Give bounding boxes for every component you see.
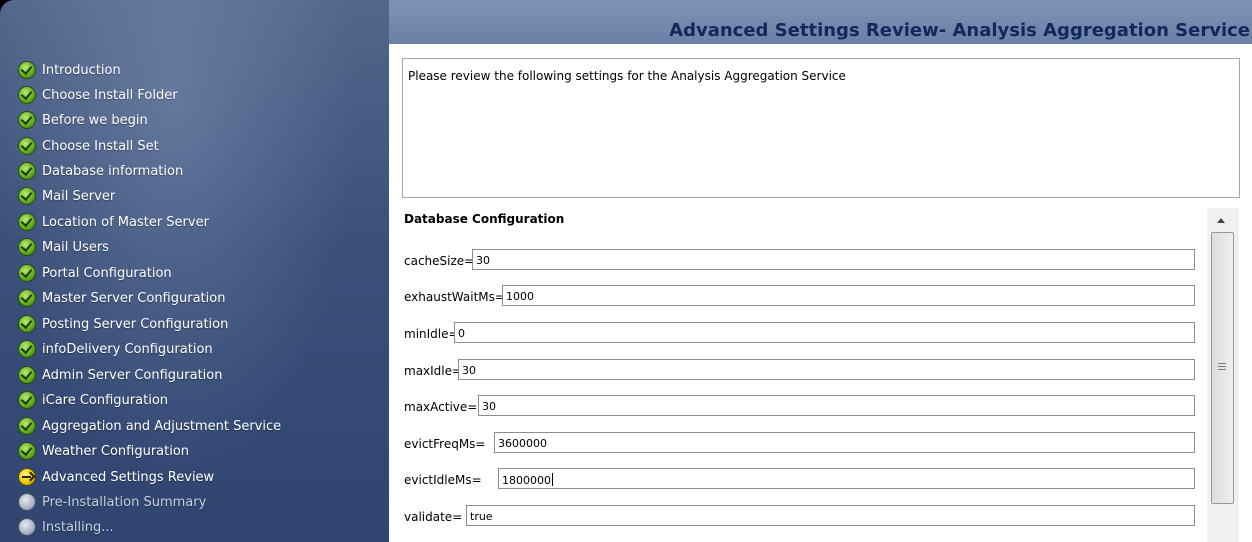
arrow-right-circle-icon (19, 469, 35, 485)
evictfreqms-input[interactable]: 3600000 (494, 432, 1195, 453)
field-label: maxIdle= (404, 363, 463, 378)
field-label: evictIdleMs= (404, 472, 482, 487)
validate-input[interactable]: true (466, 505, 1195, 526)
check-circle-icon (19, 138, 35, 154)
cachesize-input[interactable]: 30 (472, 249, 1195, 270)
step-label: Master Server Configuration (42, 290, 226, 306)
check-circle-icon (19, 443, 35, 459)
header-bar: Advanced Settings Review- Analysis Aggre… (389, 0, 1252, 44)
check-circle-icon (19, 341, 35, 357)
field-maxactive: maxActive= 30 (404, 395, 1195, 418)
intro-text: Please review the following settings for… (408, 69, 846, 83)
minidle-input[interactable]: 0 (454, 322, 1195, 343)
step-choose-install-set: Choose Install Set (19, 133, 159, 159)
step-posting-server-configuration: Posting Server Configuration (19, 311, 228, 337)
step-database-information: Database information (19, 158, 183, 184)
evictidlems-input[interactable]: 1800000 (498, 468, 1195, 489)
step-label: Pre-Installation Summary (42, 494, 207, 510)
field-maxidle: maxIdle= 30 (404, 359, 1195, 382)
field-cachesize: cacheSize= 30 (404, 249, 1195, 272)
step-label: Introduction (42, 62, 121, 78)
step-infodelivery-configuration: infoDelivery Configuration (19, 336, 213, 362)
step-label: Admin Server Configuration (42, 367, 223, 383)
step-label: Choose Install Folder (42, 87, 178, 103)
step-mail-users: Mail Users (19, 234, 109, 260)
evictidlems-value: 1800000 (502, 474, 551, 487)
step-aggregation-and-adjustment-service: Aggregation and Adjustment Service (19, 413, 281, 439)
page-title: Advanced Settings Review- Analysis Aggre… (669, 20, 1250, 41)
step-introduction: Introduction (19, 57, 121, 83)
maxidle-input[interactable]: 30 (458, 359, 1195, 380)
scrollbar-thumb[interactable] (1211, 232, 1234, 504)
check-circle-icon (19, 214, 35, 230)
field-label: minIdle= (404, 326, 459, 341)
step-icare-configuration: iCare Configuration (19, 387, 168, 413)
step-master-server-configuration: Master Server Configuration (19, 285, 225, 311)
step-label: Portal Configuration (42, 265, 172, 281)
grey-circle-icon (19, 519, 35, 535)
check-circle-icon (19, 62, 35, 78)
step-location-of-master-server: Location of Master Server (19, 209, 209, 235)
grey-circle-icon (19, 494, 35, 510)
section-title: Database Configuration (404, 212, 565, 226)
step-pre-installation-summary: Pre-Installation Summary (19, 489, 206, 515)
check-circle-icon (19, 418, 35, 434)
check-circle-icon (19, 112, 35, 128)
check-circle-icon (19, 290, 35, 306)
check-circle-icon (19, 163, 35, 179)
check-circle-icon (19, 392, 35, 408)
check-circle-icon (19, 265, 35, 281)
scrollbar-grip-icon (1218, 363, 1226, 371)
step-advanced-settings-review: Advanced Settings Review (19, 464, 214, 490)
step-label: Database information (42, 163, 184, 179)
step-label: Mail Server (42, 188, 116, 204)
step-label: Posting Server Configuration (42, 316, 229, 332)
step-admin-server-configuration: Admin Server Configuration (19, 362, 223, 388)
step-label: Aggregation and Adjustment Service (42, 418, 282, 434)
step-choose-install-folder: Choose Install Folder (19, 82, 178, 108)
field-evictfreqms: evictFreqMs= 3600000 (404, 432, 1195, 455)
field-validate: validate= true (404, 505, 1195, 528)
field-label: exhaustWaitMs= (404, 289, 505, 304)
scroll-up-arrow-icon[interactable] (1217, 218, 1225, 223)
step-label: Choose Install Set (42, 138, 159, 154)
step-label: Installing... (42, 519, 114, 535)
step-before-we-begin: Before we begin (19, 107, 148, 133)
step-mail-server: Mail Server (19, 183, 115, 209)
check-circle-icon (19, 316, 35, 332)
exhaustwaitms-input[interactable]: 1000 (502, 285, 1195, 306)
step-label: iCare Configuration (42, 392, 169, 408)
field-label: validate= (404, 509, 463, 524)
check-circle-icon (19, 239, 35, 255)
installer-window: Introduction Choose Install Folder Befor… (0, 0, 1252, 542)
settings-panel: Please review the following settings for… (389, 44, 1252, 542)
step-label: Location of Master Server (42, 214, 209, 230)
field-minidle: minIdle= 0 (404, 322, 1195, 345)
field-label: cacheSize= (404, 253, 475, 268)
field-label: evictFreqMs= (404, 436, 486, 451)
step-label: Advanced Settings Review (42, 469, 215, 485)
step-label: Before we begin (42, 112, 148, 128)
step-label: infoDelivery Configuration (42, 341, 213, 357)
step-label: Weather Configuration (42, 443, 190, 459)
step-installing: Installing... (19, 514, 114, 540)
text-caret (552, 473, 553, 486)
check-circle-icon (19, 367, 35, 383)
field-evictidlems: evictIdleMs= 1800000 (404, 468, 1195, 491)
step-label: Mail Users (42, 239, 109, 255)
intro-text-area: Please review the following settings for… (402, 58, 1240, 198)
check-circle-icon (19, 188, 35, 204)
check-circle-icon (19, 87, 35, 103)
step-weather-configuration: Weather Configuration (19, 438, 189, 464)
step-portal-configuration: Portal Configuration (19, 260, 172, 286)
vertical-scrollbar[interactable] (1207, 208, 1239, 542)
installer-steps-sidebar: Introduction Choose Install Folder Befor… (0, 0, 389, 542)
field-label: maxActive= (404, 399, 478, 414)
field-exhaustwaitms: exhaustWaitMs= 1000 (404, 285, 1195, 308)
maxactive-input[interactable]: 30 (478, 395, 1195, 416)
